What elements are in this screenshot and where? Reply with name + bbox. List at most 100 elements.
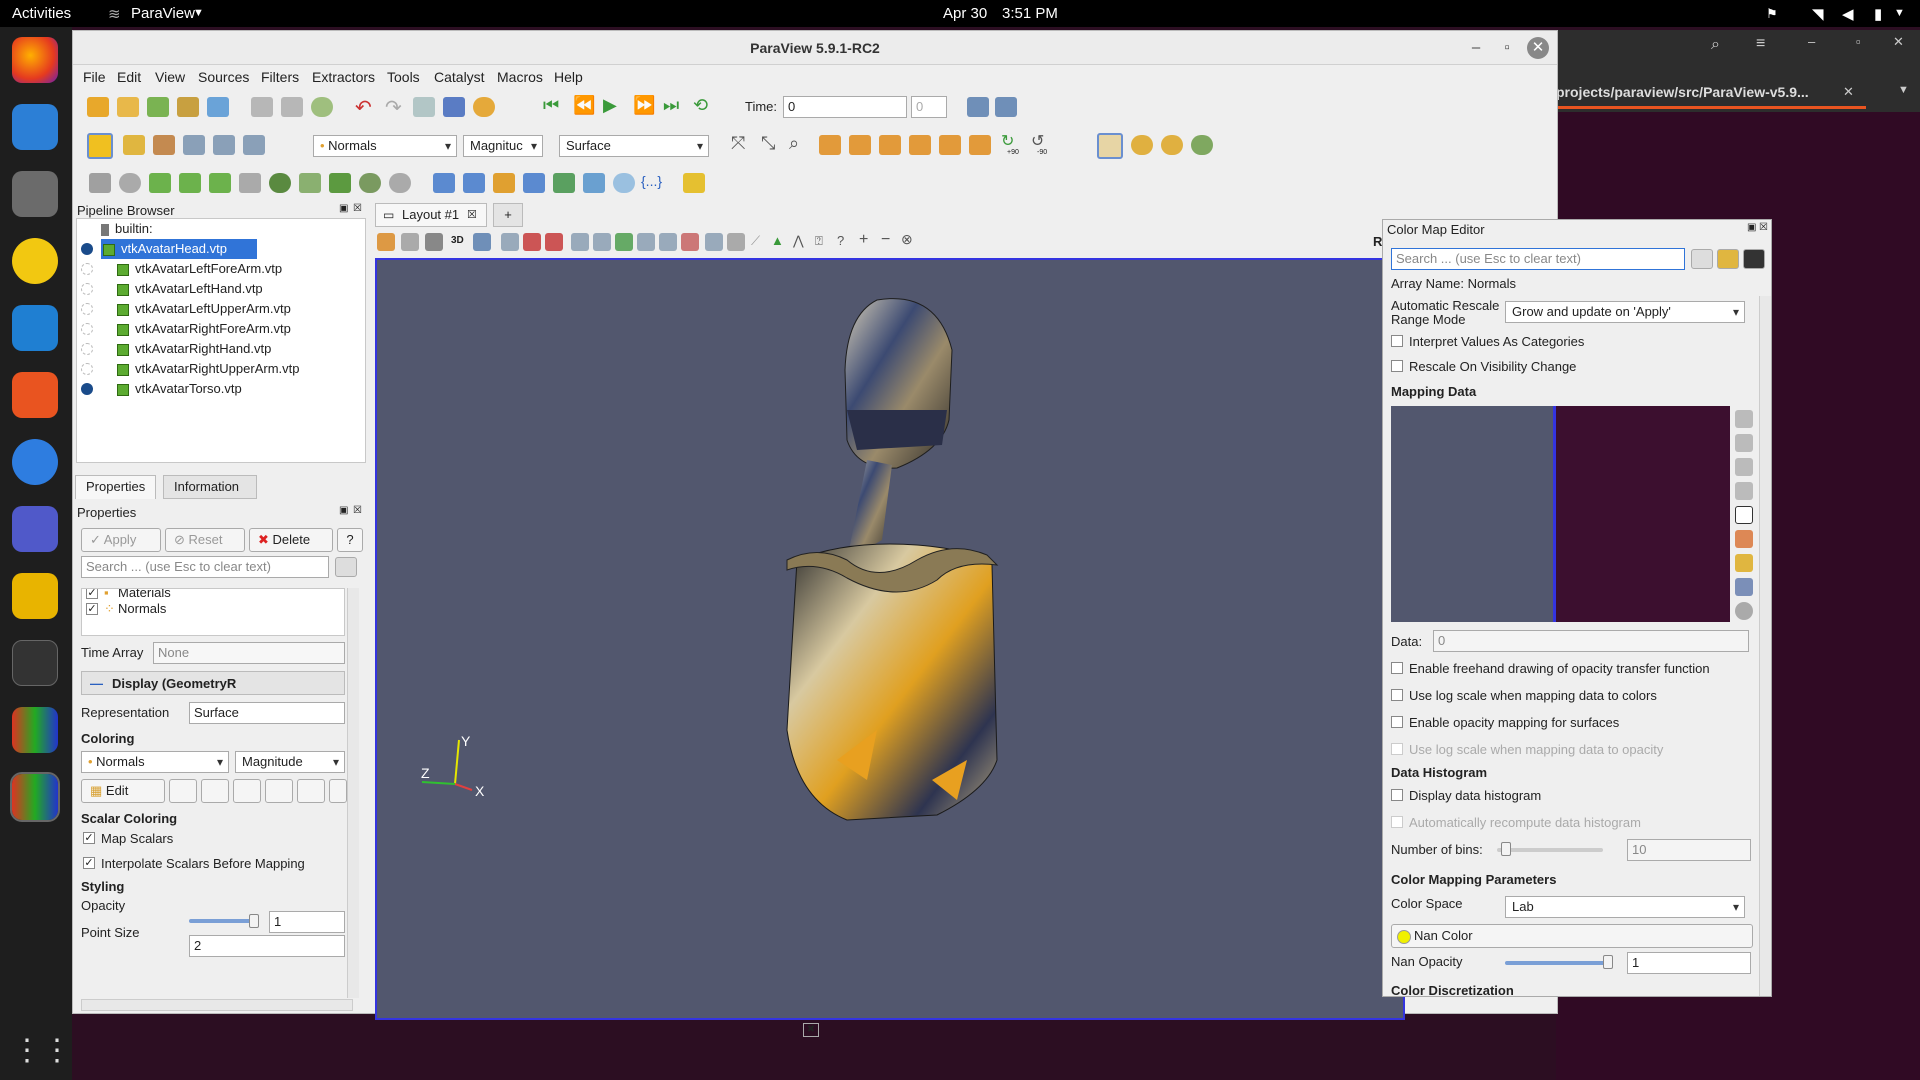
calculator-icon[interactable] [89, 173, 111, 193]
rescale-custom-icon[interactable] [183, 135, 205, 155]
clear-selection-icon[interactable]: ⊗ [901, 231, 913, 248]
terminal-tab-title[interactable]: projects/paraview/src/ParaView-v5.9... [1556, 84, 1809, 100]
shrink-selection-icon[interactable] [727, 233, 745, 251]
eye-hidden-icon[interactable] [81, 283, 93, 295]
tab-properties[interactable]: Properties [75, 475, 157, 499]
wifi-icon[interactable]: ◥ [1812, 5, 1824, 23]
rescale-data-button[interactable] [201, 779, 229, 803]
reload-icon[interactable] [311, 97, 333, 117]
select-blocks-icon[interactable] [615, 233, 633, 251]
rescale-visibility-checkbox[interactable] [1391, 360, 1403, 372]
terminal-search-icon[interactable]: ⌕ [1711, 36, 1720, 54]
connect-icon[interactable] [177, 97, 199, 117]
warp-icon[interactable] [329, 173, 351, 193]
select-points-through-icon[interactable] [571, 233, 589, 251]
log-opacity-checkbox[interactable] [1391, 743, 1403, 755]
eye-hidden-icon[interactable] [81, 263, 93, 275]
maximize-icon[interactable]: ▫ [1496, 37, 1518, 59]
first-frame-icon[interactable]: ⏮ [543, 95, 559, 116]
choose-preset-button[interactable] [169, 779, 197, 803]
properties-horizontal-scrollbar[interactable] [81, 999, 353, 1011]
firefox-icon[interactable] [12, 37, 58, 83]
disconnect-icon[interactable] [207, 97, 229, 117]
camera-settings-icon[interactable] [473, 233, 491, 251]
pipeline-root[interactable]: builtin: [101, 219, 153, 239]
find-data-view-icon[interactable]: ⍰ [815, 233, 823, 249]
histogram-icon[interactable] [493, 173, 515, 193]
pipeline-item-left-hand[interactable]: vtkAvatarLeftHand.vtp [117, 279, 263, 299]
camera-undo-icon[interactable] [413, 97, 435, 117]
battery-icon[interactable]: ▮ [1874, 5, 1882, 23]
rescale-temporal-button[interactable] [265, 779, 293, 803]
menu-filters[interactable]: Filters [261, 69, 299, 85]
zoom-to-box-icon[interactable]: ⌕ [789, 133, 799, 154]
clip-icon[interactable] [149, 173, 171, 193]
software-center-icon[interactable] [12, 372, 58, 418]
threshold-icon[interactable] [209, 173, 231, 193]
split-vertical-icon[interactable] [401, 233, 419, 251]
stream-tracer-icon[interactable] [299, 173, 321, 193]
rescale-visible-icon[interactable] [213, 135, 235, 155]
reset-camera-icon[interactable]: ⤧ [731, 133, 745, 154]
ruler-icon[interactable] [683, 173, 705, 193]
edit-color-map-icon[interactable] [123, 135, 145, 155]
component-select[interactable]: Magnituc [463, 135, 543, 157]
activities-button[interactable]: Activities [12, 5, 71, 22]
cme-scrollbar[interactable] [1759, 296, 1771, 996]
view-plus-y-icon[interactable] [879, 135, 901, 155]
rescale-range-icon[interactable] [1735, 410, 1753, 428]
eye-hidden-icon[interactable] [81, 363, 93, 375]
pipeline-item-left-upperarm[interactable]: vtkAvatarLeftUpperArm.vtp [117, 299, 291, 319]
add-selection-icon[interactable]: + [859, 231, 868, 249]
help-icon[interactable] [12, 439, 58, 485]
properties-search-input[interactable]: Search ... (use Esc to clear text) [81, 556, 329, 578]
select-points-icon[interactable]: ▲ [771, 233, 784, 248]
rescale-custom-button[interactable] [233, 779, 261, 803]
toggle-3d-button[interactable]: 3D [451, 235, 464, 246]
zoom-data-icon[interactable] [967, 97, 989, 117]
terminal-tab-close-icon[interactable]: ✕ [1843, 84, 1854, 100]
previous-frame-icon[interactable]: ⏪ [573, 95, 595, 116]
select-polygon-icon[interactable] [593, 233, 611, 251]
opacity-slider-handle[interactable] [249, 914, 259, 928]
clock-date[interactable]: Apr 30 [943, 5, 987, 22]
properties-float-icon[interactable]: ▣ [339, 505, 348, 516]
extract-selection-icon[interactable]: ⟋ [751, 233, 760, 249]
menu-edit[interactable]: Edit [117, 69, 141, 85]
tab-information[interactable]: Information [163, 475, 257, 499]
edit-colormap-button[interactable]: ▦ Edit [81, 779, 165, 803]
eye-visible-icon[interactable] [81, 243, 93, 255]
paraview-dock-icon[interactable] [12, 707, 58, 753]
save-preset-icon[interactable] [1735, 554, 1753, 572]
coloring-array-select[interactable]: • Normals [81, 751, 229, 773]
choose-preset-icon[interactable] [1735, 530, 1753, 548]
thunderbird-icon[interactable] [12, 104, 58, 150]
properties-settings-gear-icon[interactable] [335, 557, 357, 577]
group-datasets-icon[interactable] [359, 173, 381, 193]
cme-close-icon[interactable]: ☒ [1759, 222, 1768, 233]
system-menu-chevron-icon[interactable]: ▼ [1894, 7, 1905, 19]
help-button[interactable]: ? [337, 528, 363, 552]
bins-input[interactable]: 10 [1627, 839, 1751, 861]
minimize-icon[interactable]: – [1465, 37, 1487, 59]
bins-slider[interactable] [1497, 848, 1603, 852]
toggle-color-legend-icon[interactable] [87, 133, 113, 159]
extract-level-icon[interactable] [389, 173, 411, 193]
coloring-component-select[interactable]: Magnitude [235, 751, 345, 773]
terminal-close-icon[interactable]: ✕ [1893, 34, 1904, 50]
terminal-maximize-icon[interactable]: ▫ [1856, 34, 1861, 49]
plot-selection-icon[interactable] [463, 173, 485, 193]
auto-rescale-select[interactable]: Grow and update on 'Apply' [1505, 301, 1745, 323]
query-icon[interactable]: ? [837, 233, 844, 248]
reset-center-icon[interactable] [1161, 135, 1183, 155]
glyph-icon[interactable] [269, 173, 291, 193]
libreoffice-writer-icon[interactable] [12, 305, 58, 351]
volume-icon[interactable]: ◀ [1842, 5, 1854, 23]
view-minus-x-icon[interactable] [849, 135, 871, 155]
time-array-select[interactable]: None [153, 642, 345, 664]
terminal-tabs-chevron-icon[interactable]: ▼ [1898, 84, 1909, 96]
interpret-categories-checkbox[interactable] [1391, 335, 1403, 347]
representation-select[interactable]: Surface [559, 135, 709, 157]
cme-float-icon[interactable]: ▣ [1747, 222, 1756, 233]
probe-icon[interactable] [523, 173, 545, 193]
